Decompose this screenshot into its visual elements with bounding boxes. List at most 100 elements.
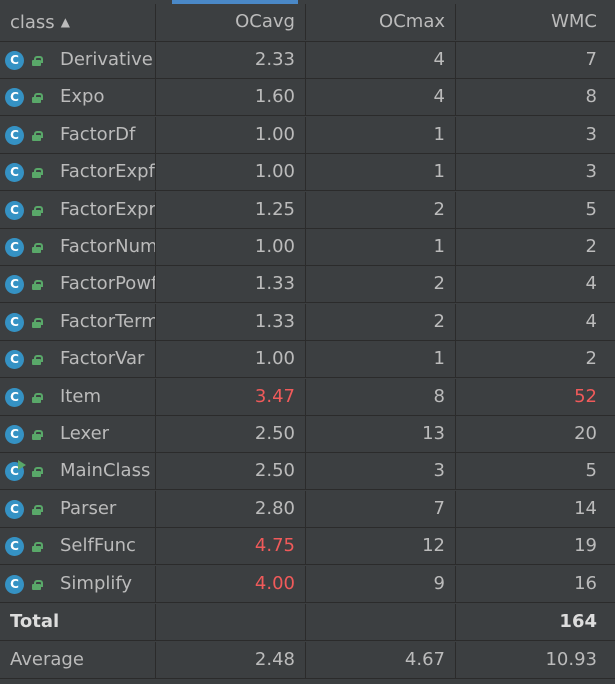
class-icons: C bbox=[5, 200, 49, 221]
ocavg-cell: 4.75 bbox=[156, 528, 306, 565]
ocmax-cell: 2 bbox=[306, 303, 456, 340]
class-name: Item bbox=[60, 385, 101, 407]
column-header-class[interactable]: class ▲ bbox=[0, 4, 156, 40]
column-header-ocmax[interactable]: OCmax bbox=[306, 4, 456, 40]
lock-icon bbox=[32, 467, 43, 478]
class-name: Expo bbox=[60, 86, 105, 108]
ocmax-cell: 13 bbox=[306, 416, 456, 452]
class-cell: C FactorTerm bbox=[0, 303, 156, 340]
ocavg-cell: 2.80 bbox=[156, 490, 306, 527]
ocavg-cell: 1.60 bbox=[156, 79, 306, 116]
ocavg-cell: 2.33 bbox=[156, 42, 306, 78]
class-icons: C bbox=[5, 460, 49, 482]
table-row[interactable]: C Simplify 4.00 9 16 bbox=[0, 565, 615, 603]
total-ocavg bbox=[156, 604, 306, 640]
lock-icon bbox=[32, 205, 43, 216]
wmc-cell: 5 bbox=[585, 460, 597, 482]
table-row[interactable]: C FactorDf 1.00 1 3 bbox=[0, 116, 615, 154]
run-marker-icon bbox=[18, 460, 26, 471]
table-row[interactable]: C MainClass 2.50 3 5 bbox=[0, 453, 615, 491]
lock-icon bbox=[32, 542, 43, 553]
class-icons: C bbox=[5, 537, 49, 557]
class-icons: C bbox=[5, 125, 49, 146]
table-row[interactable]: C FactorTerm 1.33 2 4 bbox=[0, 303, 615, 341]
class-cell: C FactorPowf bbox=[0, 266, 156, 303]
class-cell: C FactorExpfu bbox=[0, 154, 156, 191]
class-icon: C bbox=[5, 238, 24, 257]
ocmax-cell: 3 bbox=[306, 453, 456, 490]
average-ocmax: 4.67 bbox=[306, 642, 456, 678]
table-row[interactable]: C FactorExpr 1.25 2 5 bbox=[0, 191, 615, 229]
class-icon: C bbox=[5, 499, 24, 519]
class-icons: C bbox=[5, 350, 49, 370]
lock-icon bbox=[32, 504, 43, 515]
wmc-cell: 14 bbox=[574, 497, 597, 519]
table-row[interactable]: C FactorNum 1.00 1 2 bbox=[0, 229, 615, 266]
ocmax-cell: 7 bbox=[306, 490, 456, 527]
class-name: FactorExpr bbox=[60, 198, 156, 220]
table-row[interactable]: C Lexer 2.50 13 20 bbox=[0, 416, 615, 453]
wmc-cell: 3 bbox=[585, 161, 597, 183]
table-row[interactable]: C Derivative 2.33 4 7 bbox=[0, 42, 615, 79]
class-icons: C bbox=[5, 51, 49, 71]
class-cell: C MainClass bbox=[0, 453, 156, 490]
class-cell: C Expo bbox=[0, 79, 156, 116]
average-label: Average bbox=[0, 642, 156, 678]
column-header-ocavg[interactable]: OCavg bbox=[156, 4, 306, 40]
lock-icon bbox=[32, 168, 43, 179]
total-ocmax bbox=[306, 604, 456, 640]
average-row[interactable]: Average 2.48 4.67 10.93 bbox=[0, 642, 615, 679]
class-icon: C bbox=[5, 51, 24, 70]
ocavg-cell: 1.00 bbox=[156, 229, 306, 265]
class-name: Derivative bbox=[60, 49, 153, 70]
table-row[interactable]: C Expo 1.60 4 8 bbox=[0, 79, 615, 117]
wmc-cell: 5 bbox=[585, 198, 597, 220]
class-cell: C Simplify bbox=[0, 565, 156, 602]
class-cell: C FactorExpr bbox=[0, 191, 156, 228]
ocmax-cell: 4 bbox=[306, 42, 456, 78]
lock-icon bbox=[32, 355, 43, 366]
ocavg-cell: 1.25 bbox=[156, 191, 306, 228]
total-row[interactable]: Total 164 bbox=[0, 604, 615, 641]
ocmax-cell: 2 bbox=[306, 266, 456, 303]
ocavg-cell: 1.33 bbox=[156, 303, 306, 340]
table-row[interactable]: C Parser 2.80 7 14 bbox=[0, 490, 615, 528]
column-header-wmc[interactable]: WMC bbox=[456, 4, 615, 40]
ocavg-cell: 4.00 bbox=[156, 565, 306, 602]
lock-icon bbox=[32, 430, 43, 440]
ocavg-cell: 2.50 bbox=[156, 416, 306, 452]
table-row[interactable]: C FactorExpfu 1.00 1 3 bbox=[0, 154, 615, 192]
table-row[interactable]: C Item 3.47 8 52 bbox=[0, 378, 615, 416]
class-name: Simplify bbox=[60, 572, 133, 594]
column-header-class-label: class bbox=[10, 12, 55, 33]
sort-ascending-icon: ▲ bbox=[60, 15, 70, 29]
class-name: FactorExpfu bbox=[60, 161, 156, 183]
class-icons: C bbox=[5, 275, 49, 295]
table-row[interactable]: C FactorVar 1.00 1 2 bbox=[0, 341, 615, 379]
wmc-cell: 19 bbox=[574, 535, 597, 557]
lock-icon bbox=[32, 56, 43, 66]
class-name: FactorNum bbox=[60, 236, 156, 257]
table-header: class ▲ OCavg OCmax WMC bbox=[0, 4, 615, 42]
ocmax-cell: 12 bbox=[306, 528, 456, 565]
lock-icon bbox=[32, 392, 43, 403]
class-icons: C bbox=[5, 387, 49, 408]
ocmax-cell: 1 bbox=[306, 341, 456, 378]
table-row[interactable]: C SelfFunc 4.75 12 19 bbox=[0, 528, 615, 566]
ocavg-cell: 1.33 bbox=[156, 266, 306, 303]
wmc-cell: 2 bbox=[585, 348, 597, 370]
class-icons: C bbox=[5, 499, 49, 520]
table-row[interactable]: C FactorPowf 1.33 2 4 bbox=[0, 266, 615, 304]
lock-icon bbox=[32, 243, 43, 253]
class-icons: C bbox=[5, 238, 49, 258]
class-icon: C bbox=[5, 200, 24, 220]
metrics-table: class ▲ OCavg OCmax WMC C Derivative 2.33 4 7… bbox=[0, 0, 615, 684]
ocavg-cell: 1.00 bbox=[156, 341, 306, 378]
class-icons: C bbox=[5, 312, 49, 333]
wmc-cell: 7 bbox=[585, 49, 597, 70]
ocavg-cell: 2.50 bbox=[156, 453, 306, 490]
class-icons: C bbox=[5, 574, 49, 595]
class-icon: C bbox=[5, 88, 24, 108]
wmc-cell: 2 bbox=[585, 236, 597, 257]
class-cell: C Derivative bbox=[0, 42, 156, 78]
